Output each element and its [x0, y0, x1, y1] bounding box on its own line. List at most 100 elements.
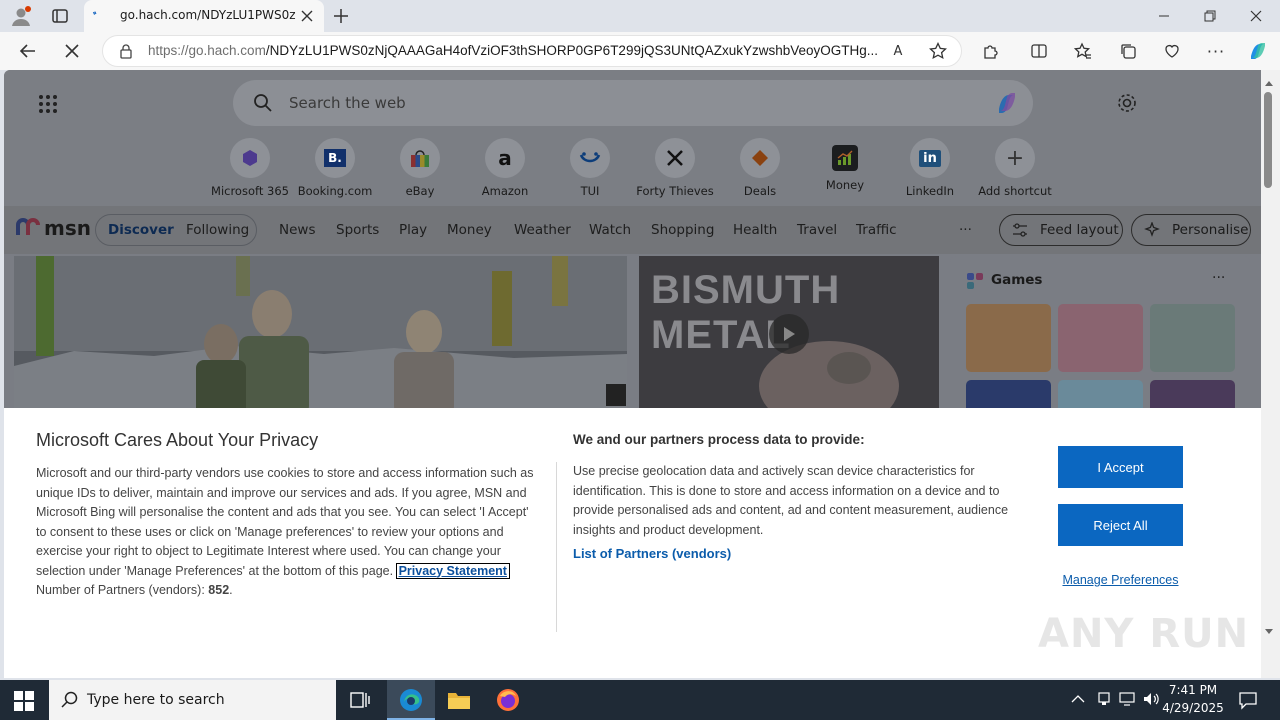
video-card[interactable]: BISMUTH METAL [639, 256, 939, 416]
money-icon [832, 145, 858, 171]
split-screen-icon[interactable] [1025, 37, 1053, 65]
personalise-button[interactable]: Personalise [1131, 214, 1251, 246]
plus-icon: + [995, 138, 1035, 178]
tab-discover[interactable]: Discover [108, 222, 174, 238]
nav-play[interactable]: Play [399, 222, 427, 238]
game-tile[interactable] [1150, 304, 1235, 372]
deals-icon [740, 138, 780, 178]
nav-watch[interactable]: Watch [589, 222, 631, 238]
back-icon[interactable] [14, 37, 42, 65]
tray-network-icon[interactable] [1096, 691, 1112, 711]
extensions-icon[interactable] [977, 37, 1005, 65]
scroll-up-arrow-icon[interactable] [1264, 76, 1274, 91]
consent-title: Microsoft Cares About Your Privacy [36, 430, 319, 450]
restore-button[interactable] [1190, 4, 1230, 28]
url-text[interactable]: https://go.hach.com/NDYzLU1PWS0zNjQAAAGa… [148, 43, 888, 58]
sparkle-icon [1144, 222, 1160, 237]
settings-gear-icon[interactable] [1116, 92, 1138, 118]
nav-sports[interactable]: Sports [336, 222, 379, 238]
shortcut-booking[interactable]: B. Booking.com [292, 138, 378, 198]
privacy-consent-dialog: Microsoft Cares About Your Privacy Micro… [4, 408, 1261, 678]
task-view-icon[interactable] [349, 690, 371, 714]
shortcut-add[interactable]: + Add shortcut [972, 138, 1058, 198]
nav-news[interactable]: News [279, 222, 315, 238]
taskbar-search-box[interactable]: Type here to search [49, 680, 336, 720]
shortcut-forty-thieves[interactable]: Forty Thieves [632, 138, 718, 198]
new-tab-header: Search the web Microsoft 365 B. Booking.… [4, 70, 1261, 206]
game-tile[interactable] [1058, 304, 1143, 372]
start-button[interactable] [14, 691, 34, 715]
notifications-icon[interactable] [1238, 690, 1258, 714]
file-explorer-icon[interactable] [447, 689, 471, 715]
taskbar-edge-app[interactable] [387, 680, 435, 720]
msn-logo-text: msn [44, 216, 91, 240]
taskbar-search-icon [61, 691, 78, 708]
apps-launcher-icon[interactable] [38, 94, 58, 114]
manage-preferences-link[interactable]: Manage Preferences [1058, 573, 1183, 587]
game-tile[interactable] [966, 304, 1051, 372]
booking-icon: B. [315, 138, 355, 178]
msn-logo[interactable]: msn [16, 216, 91, 240]
copilot-search-icon[interactable] [993, 89, 1021, 121]
scroll-down-arrow-icon[interactable] [1264, 625, 1274, 640]
shortcut-ebay[interactable]: eBay [377, 138, 463, 198]
tray-monitor-icon[interactable] [1118, 691, 1136, 711]
tab-following[interactable]: Following [186, 222, 249, 238]
nav-more-icon[interactable]: ··· [959, 222, 972, 238]
nav-shopping[interactable]: Shopping [651, 222, 714, 238]
accept-button[interactable]: I Accept [1058, 446, 1183, 488]
firefox-icon[interactable] [496, 688, 520, 716]
shortcut-linkedin[interactable]: in LinkedIn [887, 138, 973, 198]
nav-weather[interactable]: Weather [514, 222, 571, 238]
consent-purposes-heading: We and our partners process data to prov… [573, 432, 865, 447]
new-tab-button[interactable] [330, 5, 352, 27]
tab-actions-icon[interactable] [50, 6, 70, 26]
profile-icon[interactable] [10, 5, 32, 27]
shortcut-amazon[interactable]: a Amazon [462, 138, 548, 198]
anyrun-watermark: ANY RUN [1038, 611, 1250, 657]
shortcut-deals[interactable]: Deals [717, 138, 803, 198]
browser-essentials-icon[interactable] [1158, 37, 1186, 65]
feed-layout-button[interactable]: Feed layout [999, 214, 1123, 246]
shortcut-tui[interactable]: TUI [547, 138, 633, 198]
nav-traffic[interactable]: Traffic [856, 222, 897, 238]
video-caption: BISMUTH METAL [651, 268, 841, 357]
hero-news-image[interactable] [14, 256, 627, 416]
collections-icon[interactable] [1114, 37, 1142, 65]
tab-title: go.hach.com/NDYzLU1PWS0zNj [120, 8, 296, 22]
edge-icon [400, 689, 422, 711]
consent-purposes-text: Use precise geolocation data and activel… [573, 464, 1009, 537]
tray-chevron-icon[interactable] [1071, 693, 1085, 708]
favorite-star-icon[interactable] [924, 37, 952, 65]
reject-all-button[interactable]: Reject All [1058, 504, 1183, 546]
shortcut-microsoft-365[interactable]: Microsoft 365 [207, 138, 293, 198]
games-icon [966, 272, 984, 294]
privacy-statement-link[interactable]: Privacy Statement [395, 562, 510, 579]
shortcut-money[interactable]: Money [802, 138, 888, 192]
minimize-button[interactable] [1144, 4, 1184, 28]
search-placeholder: Search the web [289, 94, 406, 112]
web-search-box[interactable]: Search the web [233, 80, 1033, 126]
stop-loading-icon[interactable] [58, 37, 86, 65]
favorites-icon[interactable] [1069, 37, 1097, 65]
games-widget: Games ··· [950, 256, 1250, 416]
scrollbar-thumb[interactable] [1264, 92, 1272, 188]
amazon-icon: a [485, 138, 525, 178]
play-icon[interactable] [769, 314, 809, 354]
close-window-button[interactable] [1236, 4, 1276, 28]
tab-strip: ﾞ go.hach.com/NDYzLU1PWS0zNj [0, 0, 1280, 32]
clock-time[interactable]: 7:41 PM [1158, 683, 1228, 697]
lock-icon[interactable] [112, 37, 140, 65]
consent-body: Microsoft and our third-party vendors us… [36, 466, 534, 597]
nav-money[interactable]: Money [447, 222, 492, 238]
nav-health[interactable]: Health [733, 222, 777, 238]
taskbar-search-placeholder: Type here to search [87, 692, 225, 708]
vendors-list-link[interactable]: List of Partners (vendors) [573, 546, 731, 561]
copilot-icon[interactable] [1244, 37, 1272, 65]
tab-close-icon[interactable] [298, 7, 316, 25]
more-menu-icon[interactable]: ··· [1202, 37, 1230, 65]
nav-travel[interactable]: Travel [797, 222, 837, 238]
games-more-icon[interactable]: ··· [1212, 270, 1225, 286]
clock-date[interactable]: 4/29/2025 [1158, 701, 1228, 715]
read-aloud-icon[interactable]: A [884, 37, 912, 65]
